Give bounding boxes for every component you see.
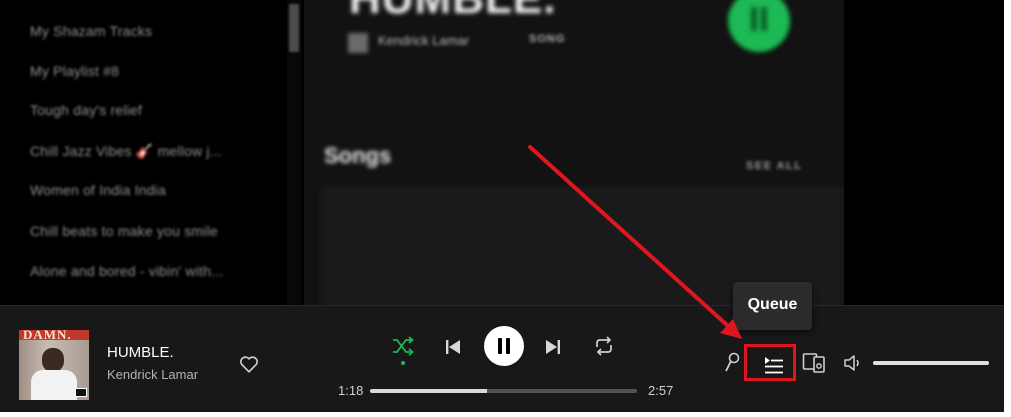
volume-icon[interactable] [842,352,864,374]
playlist-item[interactable]: My Playlist #8 [30,63,119,79]
devices-icon[interactable] [802,351,826,375]
section-title: Songs [324,143,392,168]
see-all-link[interactable]: SEE ALL [746,160,803,172]
skip-back-icon[interactable] [444,338,462,356]
annotation-highlight-box [744,344,796,381]
sidebar: My Shazam Tracks My Playlist #8 Tough da… [0,0,285,305]
progress-fill [370,389,488,393]
pause-icon [498,338,510,354]
playlist-item[interactable]: Tough day's relief [30,102,142,118]
time-total: 2:57 [648,383,674,398]
spotify-window: My Shazam Tracks My Playlist #8 Tough da… [0,0,1004,412]
shuffle-active-indicator [401,361,405,365]
progress-bar[interactable] [370,389,637,393]
skip-forward-icon[interactable] [544,338,562,356]
tooltip-text: Queue [747,296,798,313]
track-artist[interactable]: Kendrick Lamar [107,367,198,382]
artist-avatar[interactable] [348,33,368,53]
player-bar: DAMN. HUMBLE. Kendrick Lamar 1:18 2:57 [0,305,1004,412]
scrollbar-thumb[interactable] [289,4,299,52]
volume-fill [873,361,989,365]
big-play-button[interactable] [728,0,790,52]
volume-slider[interactable] [873,361,989,365]
time-elapsed: 1:18 [338,383,364,398]
track-title[interactable]: HUMBLE. [107,344,174,361]
queue-tooltip: Queue [733,282,812,330]
microphone-icon[interactable] [723,352,741,374]
heart-icon[interactable] [238,353,260,375]
shuffle-icon[interactable] [391,336,415,356]
type-label: SONG [529,33,566,45]
main-content: HUMBLE. Kendrick Lamar SONG Songs SEE AL… [304,0,844,305]
repeat-icon[interactable] [593,335,615,357]
playlist-item[interactable]: Chill Jazz Vibes 🎸 mellow j... [30,143,222,160]
album-art[interactable]: DAMN. [19,330,89,400]
sidebar-scrollbar[interactable] [287,0,301,305]
playlist-item[interactable]: My Shazam Tracks [30,23,152,39]
right-panel [844,0,1004,305]
pause-button[interactable] [484,326,524,366]
page-title: HUMBLE. [349,0,556,24]
playlist-item[interactable]: Women of India India [30,182,166,198]
playlist-item[interactable]: Chill beats to make you smile [30,223,218,239]
playlist-item[interactable]: Alone and bored - vibin' with... [30,263,224,279]
artist-link[interactable]: Kendrick Lamar [378,33,469,48]
